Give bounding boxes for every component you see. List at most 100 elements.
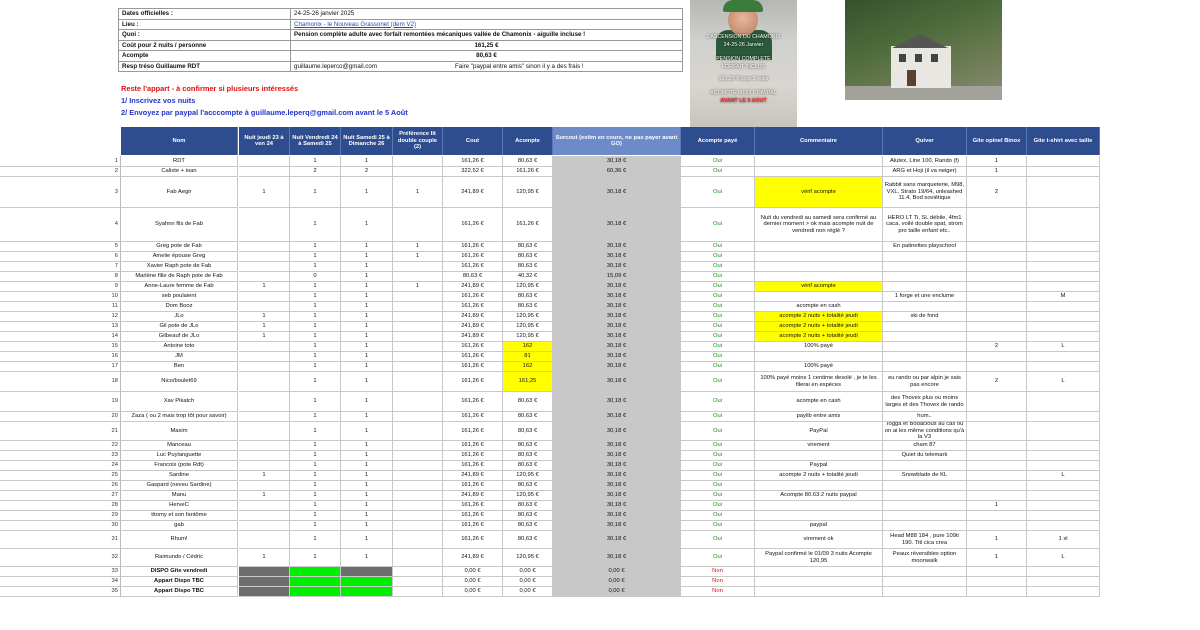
cell-samedi[interactable]: 1	[341, 292, 393, 302]
cell-samedi[interactable]: 1	[341, 531, 393, 549]
cell-nom[interactable]: Zaza ( ou 2 mais trop tôt pour savoir)	[121, 412, 238, 422]
cell-samedi[interactable]: 1	[341, 262, 393, 272]
cell-tshirt[interactable]	[1027, 282, 1100, 292]
cell-acompte[interactable]: 120,95 €	[503, 491, 553, 501]
cell-jeudi[interactable]	[239, 262, 290, 272]
cell-preference[interactable]	[393, 471, 443, 481]
cell-preference[interactable]	[393, 332, 443, 342]
cell-opinel[interactable]	[967, 292, 1027, 302]
cell-acompte-paye[interactable]: Oui	[681, 167, 755, 177]
cell-cout[interactable]: 161,26 €	[443, 342, 503, 352]
cell-surcout[interactable]: 15,09 €	[553, 272, 681, 282]
cell-preference[interactable]	[393, 156, 443, 167]
cell-commentaire[interactable]: Paypal	[755, 461, 883, 471]
cell-jeudi[interactable]: 1	[239, 471, 290, 481]
cell-vendredi[interactable]: 1	[290, 471, 341, 481]
cell-preference[interactable]: 1	[393, 282, 443, 292]
cell-surcout[interactable]: 30,18 €	[553, 501, 681, 511]
cell-samedi[interactable]: 1	[341, 302, 393, 312]
cell-preference[interactable]	[393, 372, 443, 392]
cell-quiver[interactable]: En patinettes playschool	[883, 242, 967, 252]
cell-acompte-paye[interactable]: Oui	[681, 412, 755, 422]
cell-tshirt[interactable]	[1027, 208, 1100, 242]
cell-opinel[interactable]	[967, 352, 1027, 362]
cell-jeudi[interactable]	[239, 587, 290, 597]
cell-cout[interactable]: 161,26 €	[443, 242, 503, 252]
cell-samedi[interactable]: 1	[341, 177, 393, 208]
cell-vendredi[interactable]: 0	[290, 272, 341, 282]
cell-samedi[interactable]: 1	[341, 362, 393, 372]
cell-acompte-paye[interactable]: Oui	[681, 511, 755, 521]
cell-nom[interactable]: Greg pote de Fab	[121, 242, 238, 252]
cell-cout[interactable]: 161,26 €	[443, 531, 503, 549]
cell-preference[interactable]	[393, 587, 443, 597]
cell-jeudi[interactable]	[239, 362, 290, 372]
cell-cout[interactable]: 161,26 €	[443, 441, 503, 451]
cell-samedi[interactable]: 1	[341, 282, 393, 292]
cell-commentaire[interactable]: Paypal confirmé le 01/09 3 nuits Acompte…	[755, 549, 883, 567]
cell-quiver[interactable]	[883, 332, 967, 342]
cell-nom[interactable]: Marlène fille de Raph pote de Fab	[121, 272, 238, 282]
cell-acompte-paye[interactable]: Oui	[681, 342, 755, 352]
cell-jeudi[interactable]: 1	[239, 491, 290, 501]
cell-opinel[interactable]	[967, 242, 1027, 252]
cell-commentaire[interactable]: 100% payé	[755, 362, 883, 372]
cell-opinel[interactable]: 1	[967, 531, 1027, 549]
cell-vendredi[interactable]: 1	[290, 451, 341, 461]
cell-quiver[interactable]: Togga et Bodacious au cas où on ai les m…	[883, 422, 967, 441]
cell-cout[interactable]: 0,00 €	[443, 577, 503, 587]
cell-opinel[interactable]: 2	[967, 372, 1027, 392]
cell-quiver[interactable]: ARG et Hoji (il va neiger)	[883, 167, 967, 177]
cell-opinel[interactable]	[967, 392, 1027, 412]
cell-acompte-paye[interactable]: Oui	[681, 242, 755, 252]
cell-surcout[interactable]: 30,18 €	[553, 412, 681, 422]
cell-quiver[interactable]: cham 87	[883, 441, 967, 451]
cell-quiver[interactable]	[883, 521, 967, 531]
cell-cout[interactable]: 161,26 €	[443, 451, 503, 461]
cell-cout[interactable]: 241,89 €	[443, 491, 503, 501]
cell-acompte[interactable]: 162	[503, 362, 553, 372]
cell-opinel[interactable]	[967, 208, 1027, 242]
cell-vendredi[interactable]: 1	[290, 392, 341, 412]
cell-acompte[interactable]: 161,25	[503, 372, 553, 392]
cell-acompte[interactable]: 80,63 €	[503, 302, 553, 312]
cell-opinel[interactable]	[967, 282, 1027, 292]
cell-tshirt[interactable]	[1027, 567, 1100, 577]
cell-nom[interactable]: gab	[121, 521, 238, 531]
cell-acompte-paye[interactable]: Oui	[681, 491, 755, 501]
cell-tshirt[interactable]	[1027, 156, 1100, 167]
cell-surcout[interactable]: 30,18 €	[553, 461, 681, 471]
cell-acompte[interactable]: 80,63 €	[503, 156, 553, 167]
cell-commentaire[interactable]	[755, 252, 883, 262]
cell-quiver[interactable]: 1 forge et une enclume	[883, 292, 967, 302]
cell-nom[interactable]: Sardine	[121, 471, 238, 481]
cell-samedi[interactable]: 1	[341, 156, 393, 167]
cell-quiver[interactable]	[883, 342, 967, 352]
cell-vendredi[interactable]: 1	[290, 252, 341, 262]
cell-cout[interactable]: 241,89 €	[443, 549, 503, 567]
cell-acompte[interactable]: 80,63 €	[503, 521, 553, 531]
cell-quiver[interactable]	[883, 491, 967, 501]
cell-cout[interactable]: 241,89 €	[443, 322, 503, 332]
cell-commentaire[interactable]: Nuit du vendredi au samedi sera confirmé…	[755, 208, 883, 242]
cell-vendredi[interactable]: 1	[290, 511, 341, 521]
cell-tshirt[interactable]	[1027, 272, 1100, 282]
cell-vendredi[interactable]: 1	[290, 441, 341, 451]
cell-nom[interactable]: Appart Dispo TBC	[121, 587, 238, 597]
cell-nom[interactable]: Nico/boulet69	[121, 372, 238, 392]
cell-opinel[interactable]	[967, 587, 1027, 597]
cell-nom[interactable]: Gaspard (neveu Sardine)	[121, 481, 238, 491]
cell-acompte-paye[interactable]: Non	[681, 567, 755, 577]
cell-vendredi[interactable]: 1	[290, 282, 341, 292]
cell-quiver[interactable]	[883, 481, 967, 491]
cell-quiver[interactable]	[883, 272, 967, 282]
cell-preference[interactable]	[393, 208, 443, 242]
cell-preference[interactable]	[393, 549, 443, 567]
cell-acompte-paye[interactable]: Oui	[681, 521, 755, 531]
cell-samedi[interactable]: 1	[341, 322, 393, 332]
cell-tshirt[interactable]	[1027, 451, 1100, 461]
cell-quiver[interactable]	[883, 262, 967, 272]
cell-surcout[interactable]: 30,18 €	[553, 332, 681, 342]
cell-opinel[interactable]	[967, 471, 1027, 481]
cell-jeudi[interactable]	[239, 481, 290, 491]
